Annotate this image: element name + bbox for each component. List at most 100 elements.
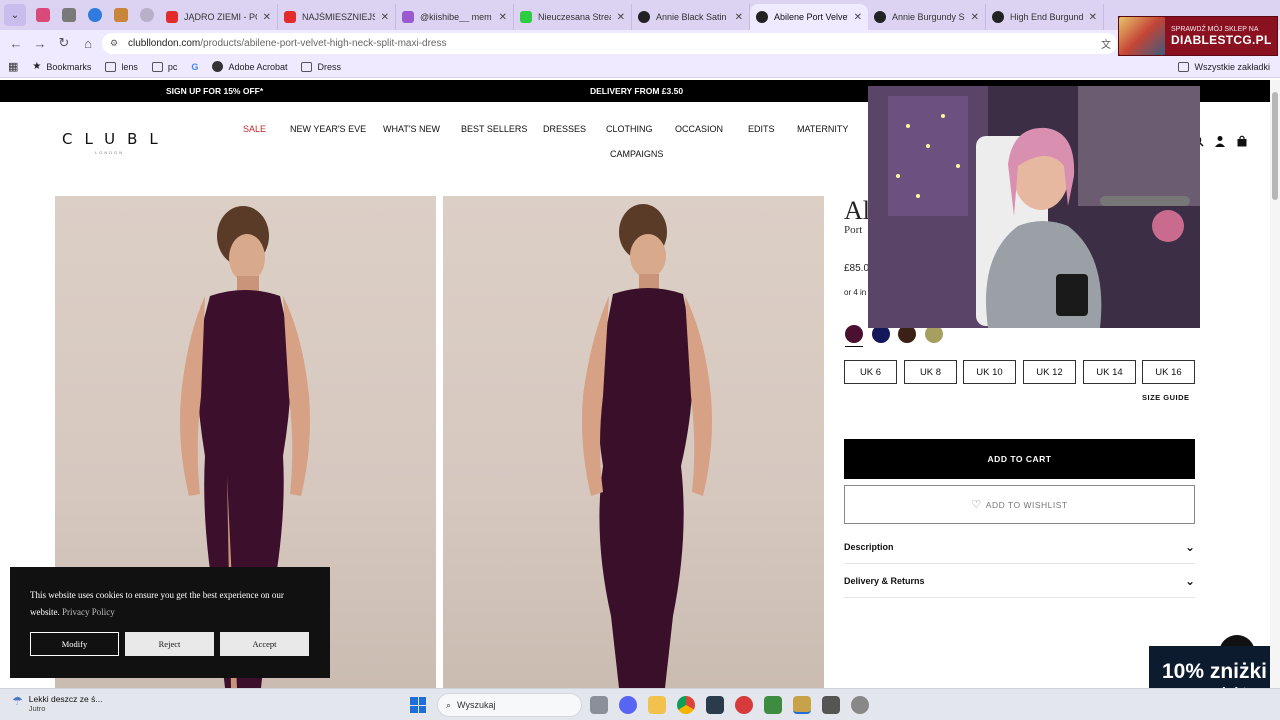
tab-title: Abilene Port Velvet — [774, 12, 848, 22]
windows-start-icon[interactable] — [410, 697, 426, 713]
bookmark-item[interactable]: Dress — [301, 61, 341, 72]
close-icon[interactable]: ✕ — [854, 12, 862, 23]
bookmark-item[interactable]: pc — [151, 61, 177, 72]
tab-active[interactable]: Abilene Port Velvet ✕ — [750, 4, 868, 30]
pinned-tab[interactable] — [56, 4, 82, 26]
nav-dresses[interactable]: DRESSES — [543, 124, 586, 134]
tab[interactable]: Annie Black Satin Bo ✕ — [632, 4, 750, 30]
bookmark-item[interactable]: ★ Bookmarks — [32, 61, 91, 72]
close-icon[interactable]: ✕ — [263, 12, 271, 23]
pinned-tab[interactable] — [30, 4, 56, 26]
nav-sale[interactable]: SALE — [243, 124, 266, 134]
app-icon[interactable] — [764, 696, 782, 714]
task-view-icon[interactable] — [590, 696, 608, 714]
cookie-message: This website uses cookies to ensure you … — [30, 587, 315, 621]
page-scrollbar[interactable] — [1270, 80, 1280, 690]
color-swatch-port[interactable] — [845, 325, 863, 343]
heart-icon: ♡ — [971, 499, 982, 511]
bag-icon[interactable] — [1236, 135, 1248, 147]
close-icon[interactable]: ✕ — [735, 12, 743, 23]
nav-new-years-eve[interactable]: NEW YEAR'S EVE — [290, 124, 366, 134]
tab-title: NAJŚMIESZNIEJSZE — [302, 12, 375, 22]
league-icon[interactable] — [793, 696, 811, 714]
nav-clothing[interactable]: CLOTHING — [606, 124, 653, 134]
scrollbar-thumb[interactable] — [1272, 92, 1278, 200]
cookie-accept-button[interactable]: Accept — [220, 632, 309, 656]
pinned-tab[interactable] — [82, 4, 108, 26]
bookmark-item[interactable]: Adobe Acrobat — [212, 61, 287, 72]
size-option[interactable]: UK 6 — [844, 360, 897, 384]
pinned-tab[interactable] — [134, 4, 160, 26]
size-guide-link[interactable]: SIZE GUIDE — [1142, 393, 1190, 402]
close-icon[interactable]: ✕ — [971, 12, 979, 23]
signup-promo-link[interactable]: SIGN UP FOR 15% OFF* — [166, 86, 263, 96]
site-logo[interactable]: CLUBL — [62, 130, 170, 148]
steam-icon[interactable] — [706, 696, 724, 714]
product-photo-back[interactable] — [443, 196, 824, 688]
add-to-wishlist-button[interactable]: ♡ ADD TO WISHLIST — [844, 485, 1195, 524]
size-option[interactable]: UK 14 — [1083, 360, 1136, 384]
forward-arrow-icon[interactable]: → — [28, 31, 52, 55]
tab[interactable]: NAJŚMIESZNIEJSZE ✕ — [278, 4, 396, 30]
tab[interactable]: JĄDRO ZIEMI - POWI ✕ — [160, 4, 278, 30]
all-bookmarks[interactable]: Wszystkie zakładki — [1178, 61, 1270, 72]
app-icon[interactable] — [822, 696, 840, 714]
pinned-tab-icon — [114, 8, 128, 22]
cookie-reject-button[interactable]: Reject — [125, 632, 214, 656]
pinned-tab-icon — [62, 8, 76, 22]
privacy-policy-link[interactable]: Privacy Policy — [62, 607, 115, 617]
back-arrow-icon[interactable]: ← — [4, 31, 28, 55]
ad-caption: SPRAWDŹ MÓJ SKLEP NA — [1171, 25, 1259, 33]
close-icon[interactable]: ✕ — [1089, 12, 1097, 23]
size-option[interactable]: UK 12 — [1023, 360, 1076, 384]
nav-edits[interactable]: EDITS — [748, 124, 775, 134]
reload-icon[interactable]: ↻ — [52, 31, 76, 55]
file-explorer-icon[interactable] — [648, 696, 666, 714]
address-bar[interactable]: ⚙ clubllondon.com/products/abilene-port-… — [102, 33, 1117, 54]
accordion-delivery-returns[interactable]: Delivery & Returns ⌄ — [844, 565, 1195, 598]
weather-widget[interactable]: ☂ Lekki deszcz ze ś... Jutro — [12, 694, 102, 713]
home-icon[interactable]: ⌂ — [76, 31, 100, 55]
translate-icon[interactable]: 文 — [1101, 36, 1111, 51]
nav-best-sellers[interactable]: BEST SELLERS — [461, 124, 527, 134]
google-icon: G — [191, 61, 199, 72]
site-info-icon[interactable]: ⚙ — [110, 38, 122, 50]
close-icon[interactable]: ✕ — [499, 12, 507, 23]
pinned-tab[interactable] — [108, 4, 134, 26]
size-option[interactable]: UK 8 — [904, 360, 957, 384]
nav-occasion[interactable]: OCCASION — [675, 124, 723, 134]
discord-icon[interactable] — [619, 696, 637, 714]
nav-whats-new[interactable]: WHAT'S NEW — [383, 124, 440, 134]
tab[interactable]: High End Burgundy ✕ — [986, 4, 1104, 30]
taskbar-search[interactable]: ⌕ Wyszukaj — [437, 693, 582, 717]
stream-ad-banner: SPRAWDŹ MÓJ SKLEP NA DIABLESTCG.PL — [1118, 16, 1278, 56]
chrome-icon[interactable] — [677, 696, 695, 714]
bookmark-item[interactable]: lens — [105, 61, 138, 72]
tab-search-button[interactable]: ⌄ — [4, 4, 26, 26]
cookie-modify-button[interactable]: Modify — [30, 632, 119, 656]
browser-toolbar: ← → ↻ ⌂ ⚙ clubllondon.com/products/abile… — [0, 30, 1280, 56]
accordion-description[interactable]: Description ⌄ — [844, 531, 1195, 564]
close-icon[interactable]: ✕ — [617, 12, 625, 23]
size-option[interactable]: UK 16 — [1142, 360, 1195, 384]
app-icon[interactable] — [735, 696, 753, 714]
all-bookmarks-label: Wszystkie zakładki — [1194, 61, 1270, 72]
nav-maternity[interactable]: MATERNITY — [797, 124, 848, 134]
accordion-label: Description — [844, 542, 894, 552]
dress-back-illustration — [582, 204, 712, 688]
cookie-consent-popup: This website uses cookies to ensure you … — [10, 567, 330, 678]
nav-campaigns[interactable]: CAMPAIGNS — [610, 149, 663, 159]
close-icon[interactable]: ✕ — [381, 12, 389, 23]
tab[interactable]: Nieuczesana Stream ✕ — [514, 4, 632, 30]
bookmark-item[interactable]: G — [191, 62, 198, 72]
size-option[interactable]: UK 10 — [963, 360, 1016, 384]
taskbar-search-label: Wyszukaj — [457, 700, 496, 710]
apps-grid-icon[interactable]: ▦ — [8, 60, 18, 73]
account-icon[interactable] — [1214, 135, 1226, 147]
tab[interactable]: @kiishibe__ mem ✕ — [396, 4, 514, 30]
settings-icon[interactable] — [851, 696, 869, 714]
tab[interactable]: Annie Burgundy Sat ✕ — [868, 4, 986, 30]
site-icon — [756, 11, 768, 23]
pinned-tab-icon — [88, 8, 102, 22]
add-to-cart-button[interactable]: ADD TO CART — [844, 439, 1195, 479]
